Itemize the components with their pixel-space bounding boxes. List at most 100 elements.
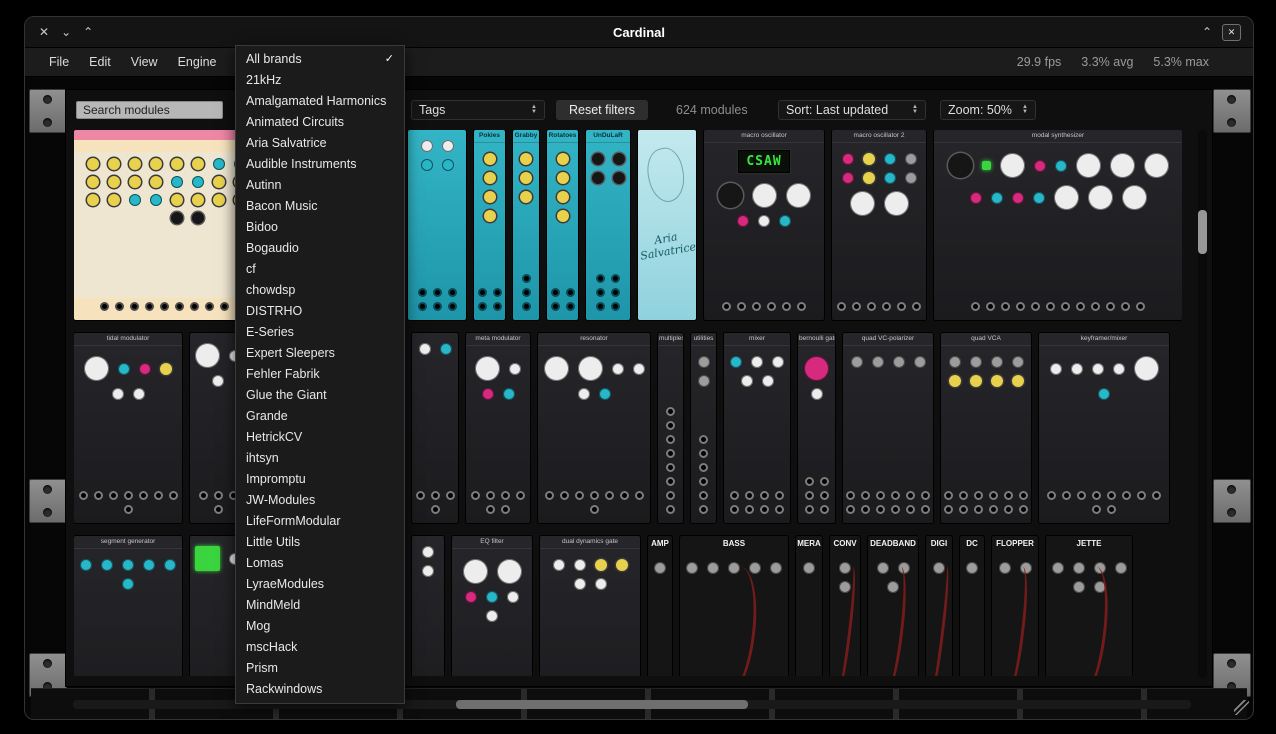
- knob-icon: [686, 562, 698, 574]
- reset-filters-button[interactable]: Reset filters: [556, 100, 648, 120]
- brand-menu-item-expert-sleepers[interactable]: Expert Sleepers: [236, 343, 404, 364]
- module-unnamed[interactable]: Aria Salvatrice: [638, 130, 696, 320]
- brand-menu-item-impromptu[interactable]: Impromptu: [236, 469, 404, 490]
- port-icon: [471, 491, 480, 500]
- module-unnamed[interactable]: [412, 333, 458, 523]
- knob-icon: [1092, 363, 1104, 375]
- brand-menu-item-grande[interactable]: Grande: [236, 406, 404, 427]
- knob-icon: [741, 375, 753, 387]
- module-unnamed[interactable]: [408, 130, 466, 320]
- knob-icon: [1012, 375, 1024, 387]
- module-knobs: [868, 552, 918, 597]
- brand-menu-item-prism[interactable]: Prism: [236, 658, 404, 679]
- module-utilities[interactable]: utilities: [691, 333, 716, 523]
- vertical-scrollbar-handle[interactable]: [1198, 210, 1207, 254]
- module-bernoulli-gate[interactable]: bernoulli gate: [798, 333, 835, 523]
- brand-menu-item-amalgamated-harmonics[interactable]: Amalgamated Harmonics: [236, 91, 404, 112]
- knob-icon: [520, 191, 532, 203]
- menu-view[interactable]: View: [121, 52, 168, 72]
- module-meta-modulator[interactable]: meta modulator: [466, 333, 530, 523]
- zoom-select[interactable]: Zoom: 50% ▲▼: [940, 100, 1036, 120]
- module-eq-filter[interactable]: EQ filter: [452, 536, 532, 676]
- brand-menu-item-aria-salvatrice[interactable]: Aria Salvatrice: [236, 133, 404, 154]
- port-icon: [852, 302, 861, 311]
- brand-menu-item-mschack[interactable]: mscHack: [236, 637, 404, 658]
- brand-menu-item-rackwindows[interactable]: Rackwindows: [236, 679, 404, 700]
- module-mera[interactable]: MERA: [796, 536, 822, 676]
- brand-menu-item-all-brands[interactable]: All brands✓: [236, 49, 404, 70]
- module-knobs: [796, 552, 822, 578]
- knob-icon: [465, 591, 477, 603]
- brand-menu-item-lifeformmodular[interactable]: LifeFormModular: [236, 511, 404, 532]
- module-quad-vc-polarizer[interactable]: quad VC-polarizer: [843, 333, 933, 523]
- menu-edit[interactable]: Edit: [79, 52, 121, 72]
- module-segment-generator[interactable]: segment generator: [74, 536, 182, 676]
- brand-menu-item-fehler-fabrik[interactable]: Fehler Fabrik: [236, 364, 404, 385]
- brand-menu-item-lomas[interactable]: Lomas: [236, 553, 404, 574]
- brand-menu-item-hetrickcv[interactable]: HetrickCV: [236, 427, 404, 448]
- module-multiples[interactable]: multiples: [658, 333, 683, 523]
- tags-select[interactable]: Tags ▲▼: [411, 100, 545, 120]
- module-macro-oscillator[interactable]: macro oscillatorCSAW: [704, 130, 824, 320]
- brand-menu-item-e-series[interactable]: E-Series: [236, 322, 404, 343]
- knob-icon: [1071, 363, 1083, 375]
- module-amp[interactable]: AMP: [648, 536, 672, 676]
- module-digi[interactable]: DIGI: [926, 536, 952, 676]
- module-deadband[interactable]: DEADBAND: [868, 536, 918, 676]
- brand-menu-item-bogaudio[interactable]: Bogaudio: [236, 238, 404, 259]
- brand-menu-item-little-utils[interactable]: Little Utils: [236, 532, 404, 553]
- brand-menu-item-cf[interactable]: cf: [236, 259, 404, 280]
- module-resonator[interactable]: resonator: [538, 333, 650, 523]
- knob-icon: [872, 356, 884, 368]
- brand-menu-item-autinn[interactable]: Autinn: [236, 175, 404, 196]
- brand-menu-item-jw-modules[interactable]: JW-Modules: [236, 490, 404, 511]
- module-jette[interactable]: JETTE: [1046, 536, 1132, 676]
- module-flopper[interactable]: FLOPPER: [992, 536, 1038, 676]
- module-dc[interactable]: DC: [960, 536, 984, 676]
- module-knobs: [466, 346, 530, 404]
- brand-menu-item-chowdsp[interactable]: chowdsp: [236, 280, 404, 301]
- module-dual-dynamics-gate[interactable]: dual dynamics gate: [540, 536, 640, 676]
- module-keyframer-mixer[interactable]: keyframer/mixer: [1039, 333, 1169, 523]
- resize-grip-icon[interactable]: [1234, 700, 1249, 715]
- port-icon: [190, 302, 199, 311]
- menu-engine[interactable]: Engine: [168, 52, 227, 72]
- brand-menu-item-bacon-music[interactable]: Bacon Music: [236, 196, 404, 217]
- module-rotatoes[interactable]: Rotatoes: [547, 130, 578, 320]
- brand-menu-item-lyraemodules[interactable]: LyraeModules: [236, 574, 404, 595]
- module-macro-oscillator-2[interactable]: macro oscillator 2: [832, 130, 926, 320]
- module-conv[interactable]: CONV: [830, 536, 860, 676]
- brand-menu-item-mindmeld[interactable]: MindMeld: [236, 595, 404, 616]
- brand-menu-item-21khz[interactable]: 21kHz: [236, 70, 404, 91]
- brand-menu-item-animated-circuits[interactable]: Animated Circuits: [236, 112, 404, 133]
- module-title: bernoulli gate: [798, 333, 835, 346]
- port-icon: [666, 435, 675, 444]
- brand-menu-item-distrho[interactable]: DISTRHO: [236, 301, 404, 322]
- vertical-scrollbar[interactable]: [1198, 130, 1207, 678]
- knob-icon: [1000, 153, 1025, 178]
- module-ports: [466, 487, 530, 523]
- horizontal-scrollbar-handle[interactable]: [456, 700, 748, 709]
- brand-menu-item-ihtsyn[interactable]: ihtsyn: [236, 448, 404, 469]
- module-undular[interactable]: UnDuLaR: [586, 130, 630, 320]
- knob-icon: [811, 388, 823, 400]
- module-unnamed[interactable]: [412, 536, 444, 676]
- brand-menu-item-bidoo[interactable]: Bidoo: [236, 217, 404, 238]
- sort-select[interactable]: Sort: Last updated ▲▼: [778, 100, 926, 120]
- brand-menu-item-mog[interactable]: Mog: [236, 616, 404, 637]
- module-modal-synthesizer[interactable]: modal synthesizer: [934, 130, 1182, 320]
- module-mixer[interactable]: mixer: [724, 333, 790, 523]
- module-title: Rotatoes: [547, 130, 578, 143]
- module-pokies[interactable]: Pokies: [474, 130, 505, 320]
- knob-icon: [486, 610, 498, 622]
- search-input[interactable]: [76, 101, 223, 119]
- brand-menu-item-glue-the-giant[interactable]: Glue the Giant: [236, 385, 404, 406]
- module-grabby[interactable]: Grabby: [513, 130, 539, 320]
- module-tidal-modulator[interactable]: tidal modulator: [74, 333, 182, 523]
- module-knobs: [832, 143, 926, 220]
- brand-menu-item-audible-instruments[interactable]: Audible Instruments: [236, 154, 404, 175]
- port-icon: [1076, 302, 1085, 311]
- module-bass[interactable]: BASS: [680, 536, 788, 676]
- module-quad-vca[interactable]: quad VCA: [941, 333, 1031, 523]
- menu-file[interactable]: File: [39, 52, 79, 72]
